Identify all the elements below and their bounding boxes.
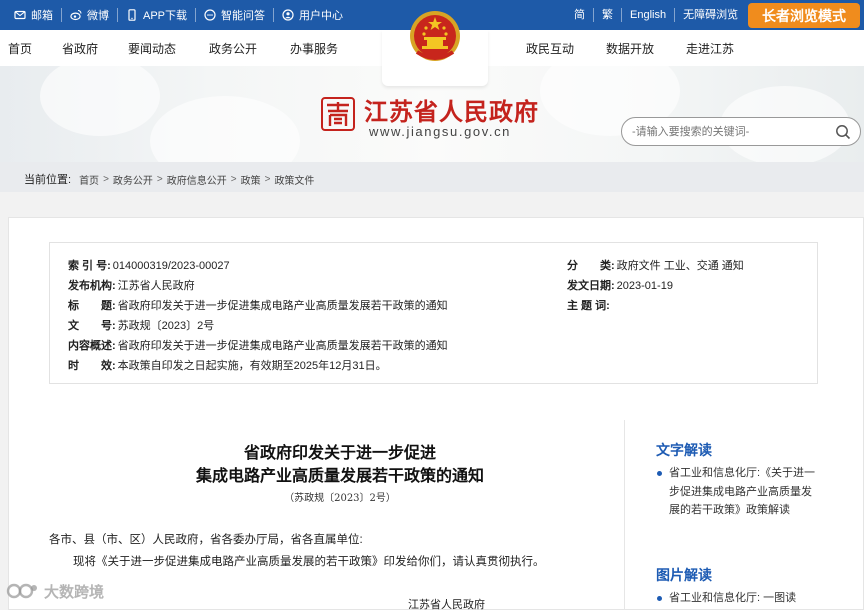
site-logo-icon[interactable] [321,97,355,131]
site-name: 江苏省人民政府 [364,98,539,126]
mail-link[interactable]: 邮箱 [6,8,62,22]
meta-value: 政府文件 工业、交通 通知 [616,260,744,272]
simplified-chinese-link[interactable]: 简 [566,8,594,22]
meta-issuer: 发布机构: 江苏省人民政府 [68,277,195,293]
nav-gov-affairs[interactable]: 政务公开 [209,40,257,57]
meta-value: 省政府印发关于进一步促进集成电路产业高质量发展若干政策的通知 [117,300,448,312]
meta-summary: 内容概述: 省政府印发关于进一步促进集成电路产业高质量发展若干政策的通知 [68,337,448,353]
weibo-label: 微博 [87,10,109,22]
breadcrumb-bar: 当前位置: 首页 > 政务公开 > 政府信息公开 > 政策 > 政策文件 [0,162,864,192]
breadcrumb-info-disclosure[interactable]: 政府信息公开 [167,172,227,187]
document-number: （苏政规〔2023〕2号） [284,493,396,504]
document-title-line2: 集成电路产业高质量发展若干政策的通知 [195,466,484,485]
search-input[interactable] [632,123,822,141]
site-url: www.jiangsu.gov.cn [369,124,512,139]
breadcrumb-label: 当前位置: [24,174,72,186]
meta-subject: 主 题 词: [567,297,612,313]
breadcrumb-separator: > [264,173,271,185]
national-emblem-icon[interactable] [407,8,463,66]
search-box [621,117,861,146]
meta-validity: 时 效: 本政策自印发之日起实施，有效期至2025年12月31日。 [68,357,387,373]
top-right-links: 简 繁 English 无障碍浏览 [566,0,746,30]
mail-icon [14,10,26,20]
sidebar-divider [624,420,625,610]
breadcrumb-policy[interactable]: 政策 [241,172,261,187]
nav-province-gov[interactable]: 省政府 [62,40,98,57]
accessibility-link[interactable]: 无障碍浏览 [675,8,746,22]
meta-value: 014000319/2023-00027 [112,260,230,272]
search-icon[interactable] [835,124,851,140]
english-link[interactable]: English [622,8,676,22]
watermark-text: 大数跨境 [44,583,105,601]
watermark-logo-icon [6,583,37,599]
document-addressee: 各市、县（市、区）人民政府，省各委办厅局，省各直属单位: [49,534,363,546]
image-interpretation-heading[interactable]: 图片解读 [656,565,712,585]
meta-key: 发文日期: [567,280,615,292]
breadcrumb-policy-docs[interactable]: 政策文件 [274,172,314,187]
nav-about-jiangsu[interactable]: 走进江苏 [686,40,734,57]
meta-value: 本政策自印发之日起实施，有效期至2025年12月31日。 [117,360,387,372]
meta-index-no: 索 引 号: 014000319/2023-00027 [68,257,230,273]
meta-key: 内容概述: [68,340,116,352]
bullet-icon [657,471,662,476]
smart-qa-label: 智能问答 [221,10,266,22]
breadcrumb: 当前位置: 首页 > 政务公开 > 政府信息公开 > 政策 > 政策文件 [24,171,314,187]
document-meta-table: 索 引 号: 014000319/2023-00027 发布机构: 江苏省人民政府 … [49,242,818,384]
nav-open-data[interactable]: 数据开放 [606,40,654,57]
document-title: 省政府印发关于进一步促进 集成电路产业高质量发展若干政策的通知 [130,441,550,487]
meta-key: 索 引 号: [68,260,111,272]
meta-title: 标 题: 省政府印发关于进一步促进集成电路产业高质量发展若干政策的通知 [68,297,448,313]
document-body-paragraph: 现将《关于进一步促进集成电路产业高质量发展的若干政策》印发给你们，请认真贯彻执行… [73,556,545,568]
document-signature: 江苏省人民政府 [408,599,485,610]
document-title-line1: 省政府印发关于进一步促进 [243,443,436,462]
nav-interaction[interactable]: 政民互动 [526,40,574,57]
weibo-icon [70,9,82,21]
text-interpretation-link[interactable]: 省工业和信息化厅:《关于进一步促进集成电路产业高质量发展的若干政策》政策解读 [669,464,819,520]
nav-home[interactable]: 首页 [8,40,32,57]
breadcrumb-home[interactable]: 首页 [79,172,99,187]
top-left-links: 邮箱 微博 APP下载 智能问答 用户中心 [6,0,351,30]
meta-key: 主 题 词: [567,300,610,312]
weibo-link[interactable]: 微博 [62,8,118,22]
app-download-link[interactable]: APP下载 [118,8,197,22]
user-center-link[interactable]: 用户中心 [274,8,351,22]
traditional-chinese-link[interactable]: 繁 [594,8,622,22]
chat-icon [204,9,216,21]
meta-key: 分 类: [567,260,615,272]
app-download-label: APP下载 [143,10,188,22]
user-icon [282,9,294,21]
breadcrumb-separator: > [103,173,109,185]
meta-key: 标 题: [68,300,116,312]
meta-value: 苏政规〔2023〕2号 [117,320,215,332]
meta-doc-no: 文 号: 苏政规〔2023〕2号 [68,317,214,333]
text-interpretation-heading[interactable]: 文字解读 [656,440,712,460]
image-interpretation-link[interactable]: 省工业和信息化厅: 一图读 [669,589,819,608]
smart-qa-link[interactable]: 智能问答 [196,8,275,22]
nav-news[interactable]: 要闻动态 [128,40,176,57]
meta-category: 分 类: 政府文件 工业、交通 通知 [567,257,744,273]
meta-key: 发布机构: [68,280,116,292]
meta-value: 省政府印发关于进一步促进集成电路产业高质量发展若干政策的通知 [117,340,448,352]
phone-icon [128,9,136,21]
watermark: 大数跨境 [6,580,104,602]
breadcrumb-separator: > [230,173,237,185]
meta-key: 文 号: [68,320,116,332]
meta-issue-date: 发文日期: 2023-01-19 [567,277,673,293]
meta-value: 2023-01-19 [616,280,673,292]
meta-value: 江苏省人民政府 [117,280,195,292]
bullet-icon [657,596,662,601]
user-center-label: 用户中心 [299,10,344,22]
nav-services[interactable]: 办事服务 [290,40,338,57]
breadcrumb-gov-affairs[interactable]: 政务公开 [113,172,153,187]
mail-label: 邮箱 [31,10,53,22]
meta-key: 时 效: [68,360,116,372]
elder-mode-button[interactable]: 长者浏览模式 [748,3,860,28]
breadcrumb-separator: > [156,173,163,185]
